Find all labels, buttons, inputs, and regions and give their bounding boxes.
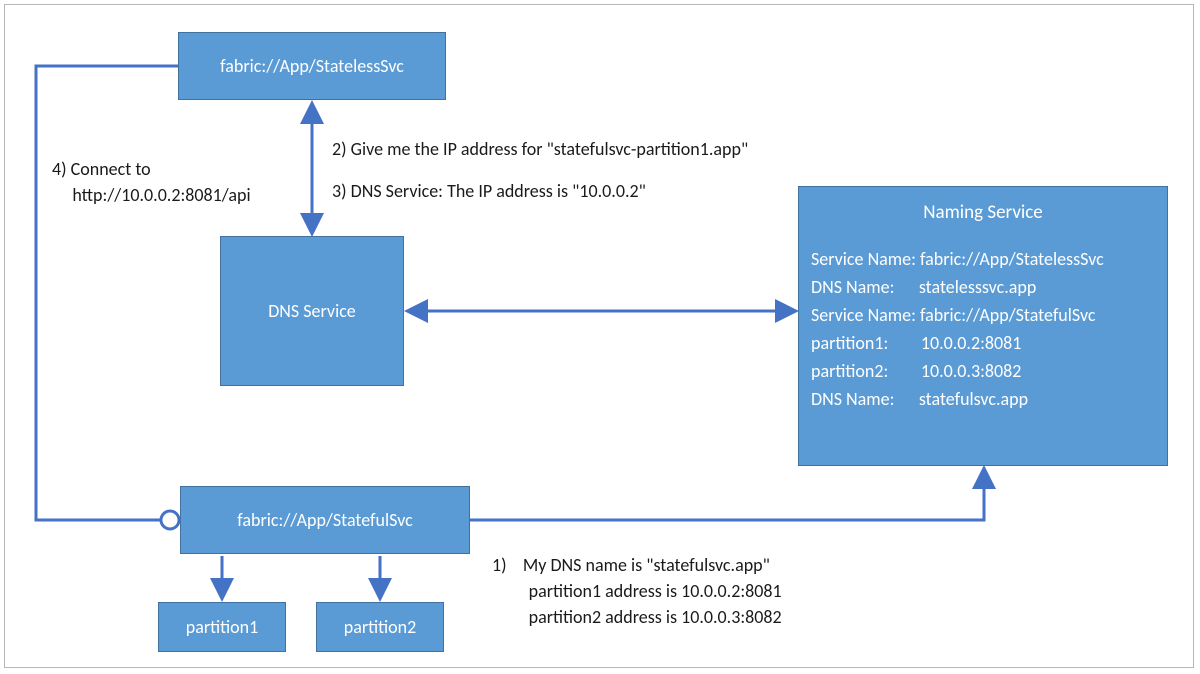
naming-line: Service Name: fabric://App/StatelessSvc: [811, 245, 1155, 273]
naming-line: partition2: 10.0.0.3:8082: [811, 357, 1155, 385]
naming-line: DNS Name: statelesssvc.app: [811, 273, 1155, 301]
partition1-label: partition1: [186, 616, 258, 638]
dns-service-box: DNS Service: [220, 236, 404, 386]
dns-service-label: DNS Service: [268, 300, 356, 322]
naming-service-title: Naming Service: [799, 201, 1167, 224]
partition2-box: partition2: [316, 602, 444, 652]
naming-service-details: Service Name: fabric://App/StatelessSvc …: [811, 245, 1155, 413]
step-2-label: 2) Give me the IP address for "statefuls…: [332, 136, 748, 162]
naming-line: Service Name: fabric://App/StatefulSvc: [811, 301, 1155, 329]
stateful-service-label: fabric://App/StatefulSvc: [237, 509, 412, 531]
naming-line: partition1: 10.0.0.2:8081: [811, 329, 1155, 357]
step-3-label: 3) DNS Service: The IP address is "10.0.…: [332, 178, 646, 204]
partition1-box: partition1: [158, 602, 286, 652]
step-4-label: 4) Connect to http://10.0.0.2:8081/api: [52, 156, 251, 208]
naming-service-box: Naming Service Service Name: fabric://Ap…: [798, 186, 1168, 466]
step-1-label: 1) My DNS name is "statefulsvc.app" part…: [492, 552, 782, 630]
stateless-service-box: fabric://App/StatelessSvc: [178, 32, 446, 100]
stateful-service-box: fabric://App/StatefulSvc: [180, 486, 470, 554]
naming-line: DNS Name: statefulsvc.app: [811, 385, 1155, 413]
stateless-service-label: fabric://App/StatelessSvc: [220, 55, 404, 77]
partition2-label: partition2: [344, 616, 416, 638]
